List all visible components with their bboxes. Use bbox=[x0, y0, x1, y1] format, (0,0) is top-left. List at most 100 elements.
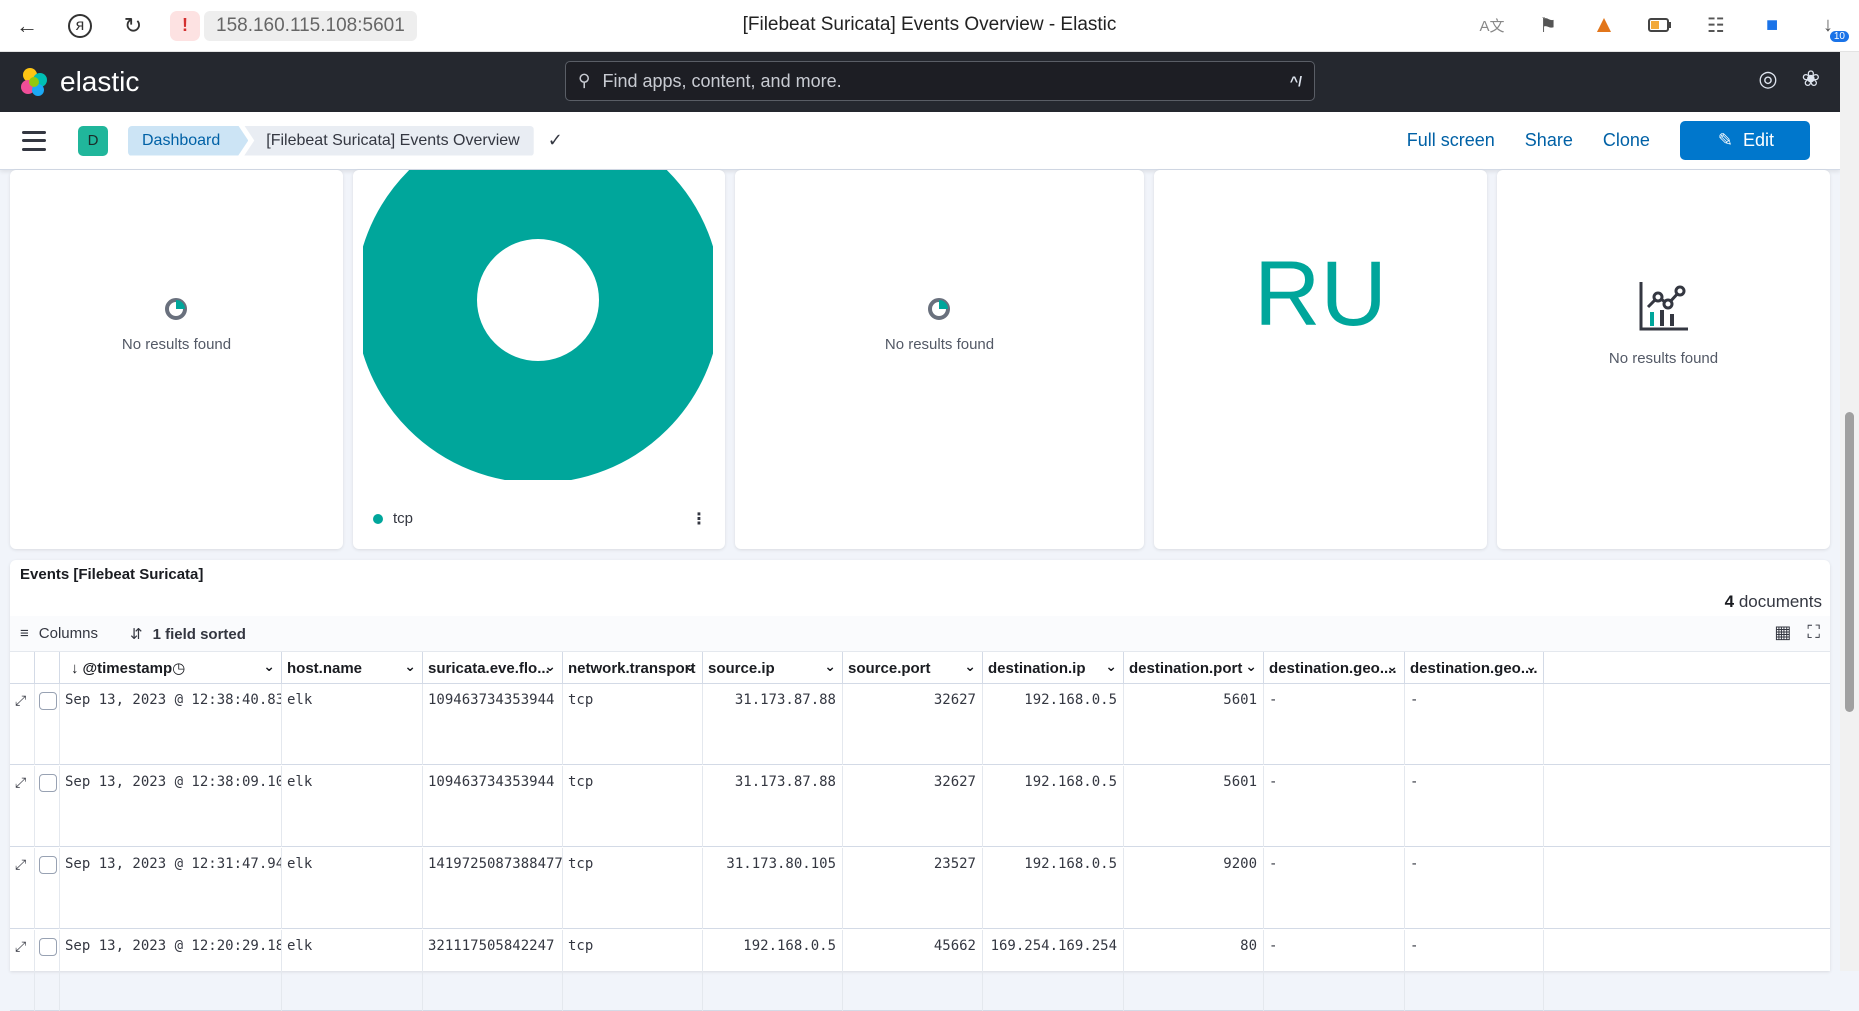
chevron-down-icon[interactable]: ⌄ bbox=[964, 658, 976, 675]
scroll-thumb[interactable] bbox=[1845, 412, 1854, 712]
search-input[interactable] bbox=[602, 70, 1290, 92]
chart-legend[interactable]: tcp bbox=[373, 510, 413, 527]
space-avatar[interactable]: D bbox=[78, 125, 108, 156]
global-search[interactable]: ⚲ ^/ bbox=[565, 61, 1315, 101]
column-header[interactable]: host.name ⌄ bbox=[282, 652, 423, 684]
panel-options-icon[interactable]: ⋮ bbox=[691, 509, 707, 529]
back-icon[interactable]: ← bbox=[10, 9, 44, 43]
column-header-label: host.name bbox=[287, 659, 363, 677]
clone-button[interactable]: Clone bbox=[1603, 130, 1650, 151]
url-bar[interactable]: 158.160.115.108:5601 bbox=[204, 10, 417, 41]
table-cell[interactable]: elk bbox=[282, 766, 423, 847]
table-cell[interactable]: 5601 bbox=[1124, 766, 1264, 847]
table-cell[interactable]: 32627 bbox=[843, 766, 983, 847]
table-cell[interactable]: Sep 13, 2023 @ 12:38:09.100 bbox=[60, 766, 282, 847]
metamask-fox-icon[interactable]: ▲ bbox=[1587, 8, 1621, 42]
battery-icon[interactable] bbox=[1643, 8, 1677, 42]
table-cell[interactable]: 192.168.0.5 bbox=[983, 684, 1124, 765]
share-button[interactable]: Share bbox=[1525, 130, 1573, 151]
table-cell[interactable]: Sep 13, 2023 @ 12:38:40.830 bbox=[60, 684, 282, 765]
table-cell[interactable]: Sep 13, 2023 @ 12:31:47.947 bbox=[60, 848, 282, 929]
table-cell[interactable]: 192.168.0.5 bbox=[983, 766, 1124, 847]
column-header[interactable]: destination.geo.... ⌄ bbox=[1264, 652, 1405, 684]
column-header[interactable]: network.transport ⌄ bbox=[563, 652, 703, 684]
density-icon[interactable]: ▦ bbox=[1774, 622, 1791, 643]
pencil-icon: ✎ bbox=[1717, 130, 1733, 150]
table-cell[interactable]: 5601 bbox=[1124, 684, 1264, 765]
row-checkbox[interactable] bbox=[39, 938, 57, 956]
columns-button[interactable]: ≡ Columns bbox=[20, 625, 98, 642]
table-row[interactable]: ⤢ Sep 13, 2023 @ 12:38:40.830 elk 109463734… bbox=[10, 684, 1830, 765]
table-row[interactable]: ⤢ Sep 13, 2023 @ 12:31:47.947 elk 141972508… bbox=[10, 848, 1830, 929]
fullscreen-grid-icon[interactable]: ⛶ bbox=[1807, 622, 1820, 643]
sort-button[interactable]: ⇵ 1 field sorted bbox=[130, 625, 246, 644]
table-cell[interactable]: 1419725087388477 bbox=[423, 848, 563, 929]
table-cell[interactable]: 192.168.0.5 bbox=[983, 848, 1124, 929]
column-header[interactable]: source.ip ⌄ bbox=[703, 652, 843, 684]
column-header[interactable]: destination.port ⌄ bbox=[1124, 652, 1264, 684]
column-header[interactable]: suricata.eve.flo... ⌄ bbox=[423, 652, 563, 684]
chevron-down-icon[interactable]: ⌄ bbox=[1105, 658, 1117, 675]
table-cell[interactable]: - bbox=[1264, 848, 1405, 929]
expand-icon[interactable]: ⤢ bbox=[15, 938, 26, 954]
table-cell[interactable]: 109463734353944 bbox=[423, 766, 563, 847]
chevron-down-icon[interactable]: ⌄ bbox=[824, 658, 836, 675]
chevron-down-icon[interactable]: ⌄ bbox=[1245, 658, 1257, 675]
column-header[interactable]: source.port ⌄ bbox=[843, 652, 983, 684]
table-cell[interactable]: 32627 bbox=[843, 684, 983, 765]
not-secure-warning-icon[interactable]: ! bbox=[170, 10, 200, 41]
column-header[interactable]: destination.geo.... ⌄ bbox=[1405, 652, 1544, 684]
extensions-icon[interactable]: ☷ bbox=[1699, 8, 1733, 42]
reload-icon[interactable]: ↻ bbox=[116, 9, 150, 43]
chevron-down-icon[interactable]: ⌄ bbox=[544, 658, 556, 675]
donut-chart[interactable] bbox=[363, 170, 713, 480]
donut-slice-tcp[interactable] bbox=[363, 170, 713, 480]
chevron-down-icon[interactable]: ⌄ bbox=[404, 658, 416, 675]
chevron-down-icon[interactable]: ⌄ bbox=[684, 658, 696, 675]
row-checkbox[interactable] bbox=[39, 774, 57, 792]
expand-icon[interactable]: ⤢ bbox=[15, 774, 26, 790]
table-cell[interactable]: - bbox=[1405, 848, 1544, 929]
expand-icon[interactable]: ⤢ bbox=[15, 692, 26, 708]
table-cell[interactable]: - bbox=[1405, 766, 1544, 847]
chevron-down-icon[interactable]: ⌄ bbox=[263, 658, 275, 675]
full-screen-button[interactable]: Full screen bbox=[1407, 130, 1495, 151]
table-row[interactable]: ⤢ Sep 13, 2023 @ 12:38:09.100 elk 109463734… bbox=[10, 766, 1830, 847]
bookmark-icon[interactable]: ⚑ bbox=[1531, 8, 1565, 42]
table-cell[interactable]: 31.173.87.88 bbox=[703, 766, 843, 847]
elastic-logo[interactable]: elastic bbox=[18, 66, 139, 98]
table-cell[interactable]: 109463734353944 bbox=[423, 684, 563, 765]
document-count-label: documents bbox=[1738, 592, 1822, 611]
expand-icon[interactable]: ⤢ bbox=[15, 856, 26, 872]
table-cell[interactable]: tcp bbox=[563, 766, 703, 847]
profile-extension-icon[interactable]: ■ bbox=[1755, 8, 1789, 42]
table-cell[interactable]: tcp bbox=[563, 848, 703, 929]
translate-icon[interactable]: A文 bbox=[1475, 8, 1509, 42]
menu-icon[interactable] bbox=[22, 130, 46, 151]
table-cell[interactable]: 9200 bbox=[1124, 848, 1264, 929]
table-cell[interactable]: 31.173.87.88 bbox=[703, 684, 843, 765]
row-checkbox[interactable] bbox=[39, 856, 57, 874]
table-cell[interactable]: - bbox=[1264, 766, 1405, 847]
newsfeed-icon[interactable]: ❀ bbox=[1802, 66, 1820, 92]
column-header[interactable]: destination.ip ⌄ bbox=[983, 652, 1124, 684]
table-cell[interactable]: - bbox=[1264, 684, 1405, 765]
table-cell[interactable]: elk bbox=[282, 684, 423, 765]
browser-toolbar: ← я ↻ ! 158.160.115.108:5601 [Filebeat S… bbox=[0, 0, 1859, 52]
header-select-cell[interactable] bbox=[35, 652, 60, 684]
row-checkbox[interactable] bbox=[39, 692, 57, 710]
help-icon[interactable]: ◎ bbox=[1758, 66, 1777, 92]
chevron-down-icon[interactable]: ⌄ bbox=[1386, 658, 1398, 675]
table-cell[interactable]: 31.173.80.105 bbox=[703, 848, 843, 929]
edit-button[interactable]: ✎ Edit bbox=[1679, 121, 1810, 160]
chevron-down-icon[interactable]: ⌄ bbox=[1525, 658, 1537, 675]
page-scrollbar[interactable] bbox=[1840, 52, 1859, 971]
table-cell[interactable]: tcp bbox=[563, 684, 703, 765]
column-header[interactable]: ↓ @timestamp ◷ ⌄ bbox=[60, 652, 282, 684]
table-cell[interactable]: - bbox=[1405, 684, 1544, 765]
table-cell[interactable]: 23527 bbox=[843, 848, 983, 929]
breadcrumb-dashboard[interactable]: Dashboard bbox=[128, 126, 248, 156]
yandex-icon[interactable]: я bbox=[68, 13, 92, 38]
downloads-icon[interactable]: ↓ 10 bbox=[1811, 8, 1849, 42]
table-cell[interactable]: elk bbox=[282, 848, 423, 929]
